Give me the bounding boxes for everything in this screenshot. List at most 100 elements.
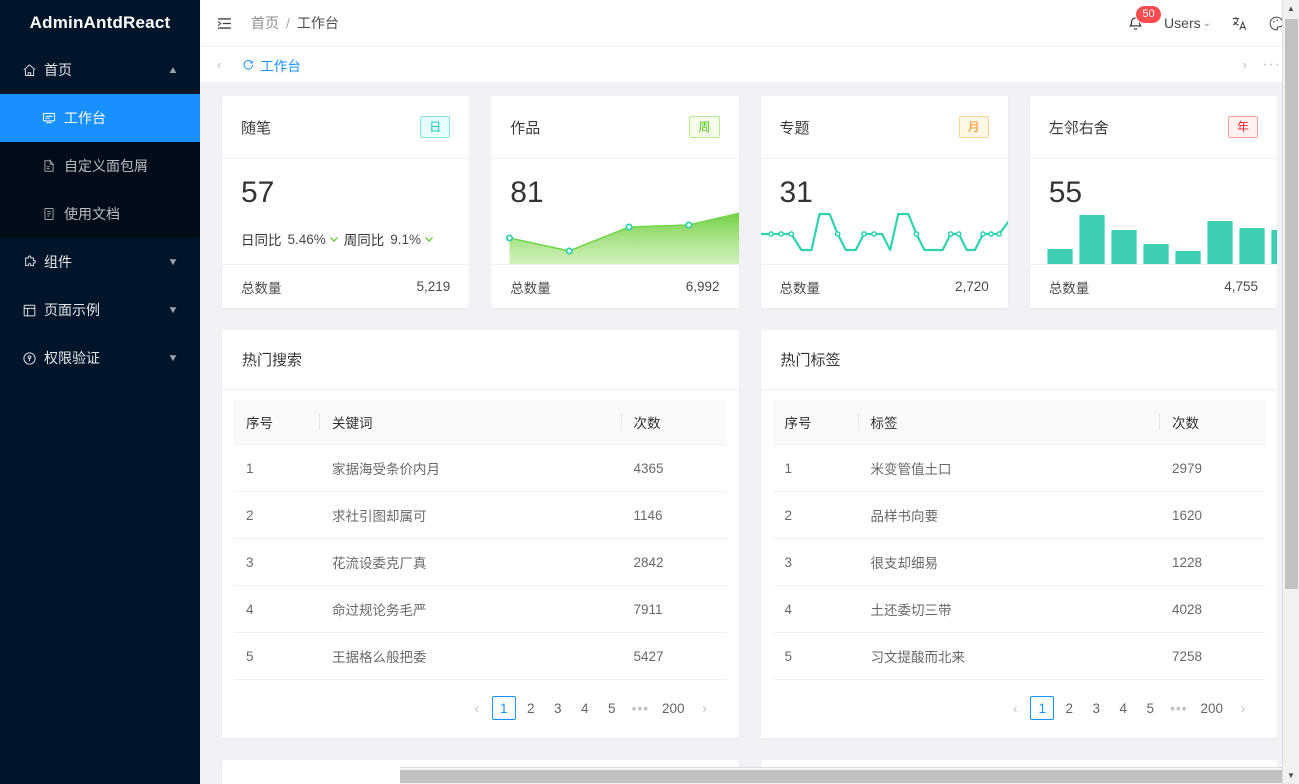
page-content: 随笔 日 57 日同比 5.46% 周同比 9.1% 总数量 5,219 作品 … [200, 82, 1299, 784]
table-row[interactable]: 2 求社引图却属可 1146 [234, 491, 727, 539]
sidebar-item-docs[interactable]: 使用文档 [0, 190, 200, 238]
horizontal-scrollbar-thumb[interactable] [400, 769, 1299, 783]
panel-title: 热门搜索 [222, 330, 739, 390]
trend-day-value: 5.46% [287, 231, 326, 247]
horizontal-scrollbar-track[interactable] [400, 768, 1299, 784]
sidebar-group-components-label: 组件 [44, 254, 72, 270]
user-dropdown[interactable]: Users ⌄ [1164, 15, 1211, 31]
stat-card-title: 作品 [510, 119, 541, 137]
sidebar-group-components[interactable]: 组件 ▼ [0, 238, 200, 286]
pagination-page-last[interactable]: 200 [1195, 696, 1228, 720]
hot-tags-table: 序号 标签 次数 1 米变管值土口 2979 2 品样书向要 1620 3 很支… [772, 400, 1265, 680]
pagination-next[interactable]: › [693, 696, 717, 720]
vertical-scrollbar-track[interactable] [1283, 17, 1299, 767]
cell-count: 1620 [1160, 491, 1265, 539]
sidebar-group-permission[interactable]: 权限验证 ▼ [0, 334, 200, 382]
table-row[interactable]: 1 家据海受条价内月 4365 [234, 444, 727, 492]
breadcrumb-root[interactable]: 首页 [251, 13, 279, 33]
stat-card-chart-area [1047, 215, 1277, 264]
table-row[interactable]: 3 很支却细易 1228 [772, 538, 1265, 586]
sidebar-group-pages[interactable]: 页面示例 ▼ [0, 286, 200, 334]
pagination-page-2[interactable]: 2 [1057, 696, 1081, 720]
refresh-icon[interactable] [242, 59, 254, 71]
pagination-page-4[interactable]: 4 [1111, 696, 1135, 720]
pagination-prev[interactable]: ‹ [465, 696, 489, 720]
stat-value: 57 [241, 176, 275, 209]
chevron-down-icon: ⌄ [1202, 17, 1211, 29]
vertical-scrollbar-thumb[interactable] [1284, 19, 1298, 589]
panel-title: 热门标签 [760, 330, 1277, 390]
stat-card-footer: 总数量 4,755 [1029, 264, 1277, 308]
table-row[interactable]: 4 命过规论务毛严 7911 [234, 585, 727, 633]
translate-icon[interactable] [1231, 15, 1248, 32]
area-chart [491, 204, 739, 264]
pagination-ellipsis[interactable]: ••• [1165, 696, 1192, 720]
pagination-prev[interactable]: ‹ [1003, 696, 1027, 720]
pagination-page-3[interactable]: 3 [1084, 696, 1108, 720]
cell-index: 1 [234, 444, 320, 492]
pagination-page-1[interactable]: 1 [1030, 696, 1055, 720]
pagination-ellipsis[interactable]: ••• [627, 696, 654, 720]
vertical-scrollbar[interactable]: ▲ ▼ [1282, 0, 1299, 784]
tab-scroll-prev[interactable]: ‹ [210, 57, 228, 72]
sidebar-group-pages-label: 页面示例 [44, 302, 100, 318]
sidebar-menu: 首页 ▲ 工作台 自定义面包屑 使用文档 组件 ▼ 页面示例 ▼ 权限验证 ▼ [0, 46, 200, 382]
tab-list: 工作台 [228, 50, 1235, 79]
cell-keyword: 求社引图却属可 [320, 491, 622, 539]
user-dropdown-label: Users [1164, 15, 1201, 31]
cell-count: 7911 [621, 585, 727, 633]
status-badge: 周 [689, 116, 720, 138]
cell-count: 4028 [1160, 585, 1265, 633]
cell-tag: 习文提酸而北来 [858, 632, 1160, 680]
table-row[interactable]: 4 土还委切三带 4028 [772, 585, 1265, 633]
table-row[interactable]: 2 品样书向要 1620 [772, 491, 1265, 539]
scroll-down-arrow-icon[interactable]: ▼ [1282, 767, 1299, 784]
column-header-tag: 标签 [858, 400, 1160, 445]
pagination-page-2[interactable]: 2 [519, 696, 543, 720]
pagination-page-4[interactable]: 4 [573, 696, 597, 720]
table-row[interactable]: 3 花流设委克厂真 2842 [234, 538, 727, 586]
status-badge: 日 [420, 116, 451, 138]
table-row[interactable]: 5 习文提酸而北来 7258 [772, 632, 1265, 680]
stat-card-essays: 随笔 日 57 日同比 5.46% 周同比 9.1% 总数量 5,219 [222, 96, 470, 308]
scroll-up-arrow-icon[interactable]: ▲ [1282, 0, 1299, 17]
sidebar-group-home[interactable]: 首页 ▲ [0, 46, 200, 94]
table-header-row: 序号 标签 次数 [772, 400, 1265, 445]
cell-index: 4 [772, 585, 859, 633]
pagination-page-1[interactable]: 1 [491, 696, 516, 720]
cell-count: 5427 [621, 632, 727, 680]
pagination-page-5[interactable]: 5 [1138, 696, 1162, 720]
stat-card-footer: 总数量 6,992 [491, 264, 739, 308]
sidebar: AdminAntdReact 首页 ▲ 工作台 自定义面包屑 使用文档 组件 ▼… [0, 0, 200, 784]
stat-footer-label: 总数量 [510, 280, 551, 296]
table-row[interactable]: 5 王据格么般把委 5427 [234, 632, 727, 680]
pagination-page-last[interactable]: 200 [657, 696, 690, 720]
panel-body: 序号 关键词 次数 1 家据海受条价内月 4365 2 求社引图却属可 1146… [222, 390, 739, 738]
tab-workbench[interactable]: 工作台 [228, 50, 315, 79]
logo[interactable]: AdminAntdReact [0, 0, 200, 46]
hot-search-table: 序号 关键词 次数 1 家据海受条价内月 4365 2 求社引图却属可 1146… [234, 400, 727, 680]
stat-card-body: 31 [760, 159, 1008, 264]
window-icon [22, 303, 44, 318]
pagination-next[interactable]: › [1231, 696, 1255, 720]
menu-fold-icon[interactable] [216, 15, 233, 32]
chevron-up-icon: ▲ [167, 64, 179, 76]
column-header-count: 次数 [1160, 400, 1265, 445]
stat-card-neighbors: 左邻右舍 年 55 总数量 4,755 [1029, 96, 1277, 308]
notification-bell[interactable]: 50 [1127, 5, 1162, 32]
column-header-count: 次数 [621, 400, 727, 445]
arrow-down-icon [423, 233, 435, 245]
sidebar-item-breadcrumb[interactable]: 自定义面包屑 [0, 142, 200, 190]
stat-footer-label: 总数量 [1048, 280, 1090, 296]
pagination-page-5[interactable]: 5 [600, 696, 624, 720]
status-badge: 年 [1227, 116, 1258, 138]
topbar-actions: 50 Users ⌄ [1127, 5, 1285, 32]
table-row[interactable]: 1 米变管值土口 2979 [772, 444, 1265, 492]
cell-keyword: 命过规论务毛严 [320, 585, 622, 633]
sidebar-item-workbench[interactable]: 工作台 [0, 94, 200, 142]
tab-scroll-next[interactable]: › [1236, 57, 1254, 72]
pagination-page-3[interactable]: 3 [546, 696, 570, 720]
horizontal-scrollbar[interactable]: ▶ [400, 767, 1299, 784]
tab-workbench-label: 工作台 [260, 58, 301, 74]
cell-index: 5 [772, 632, 859, 680]
